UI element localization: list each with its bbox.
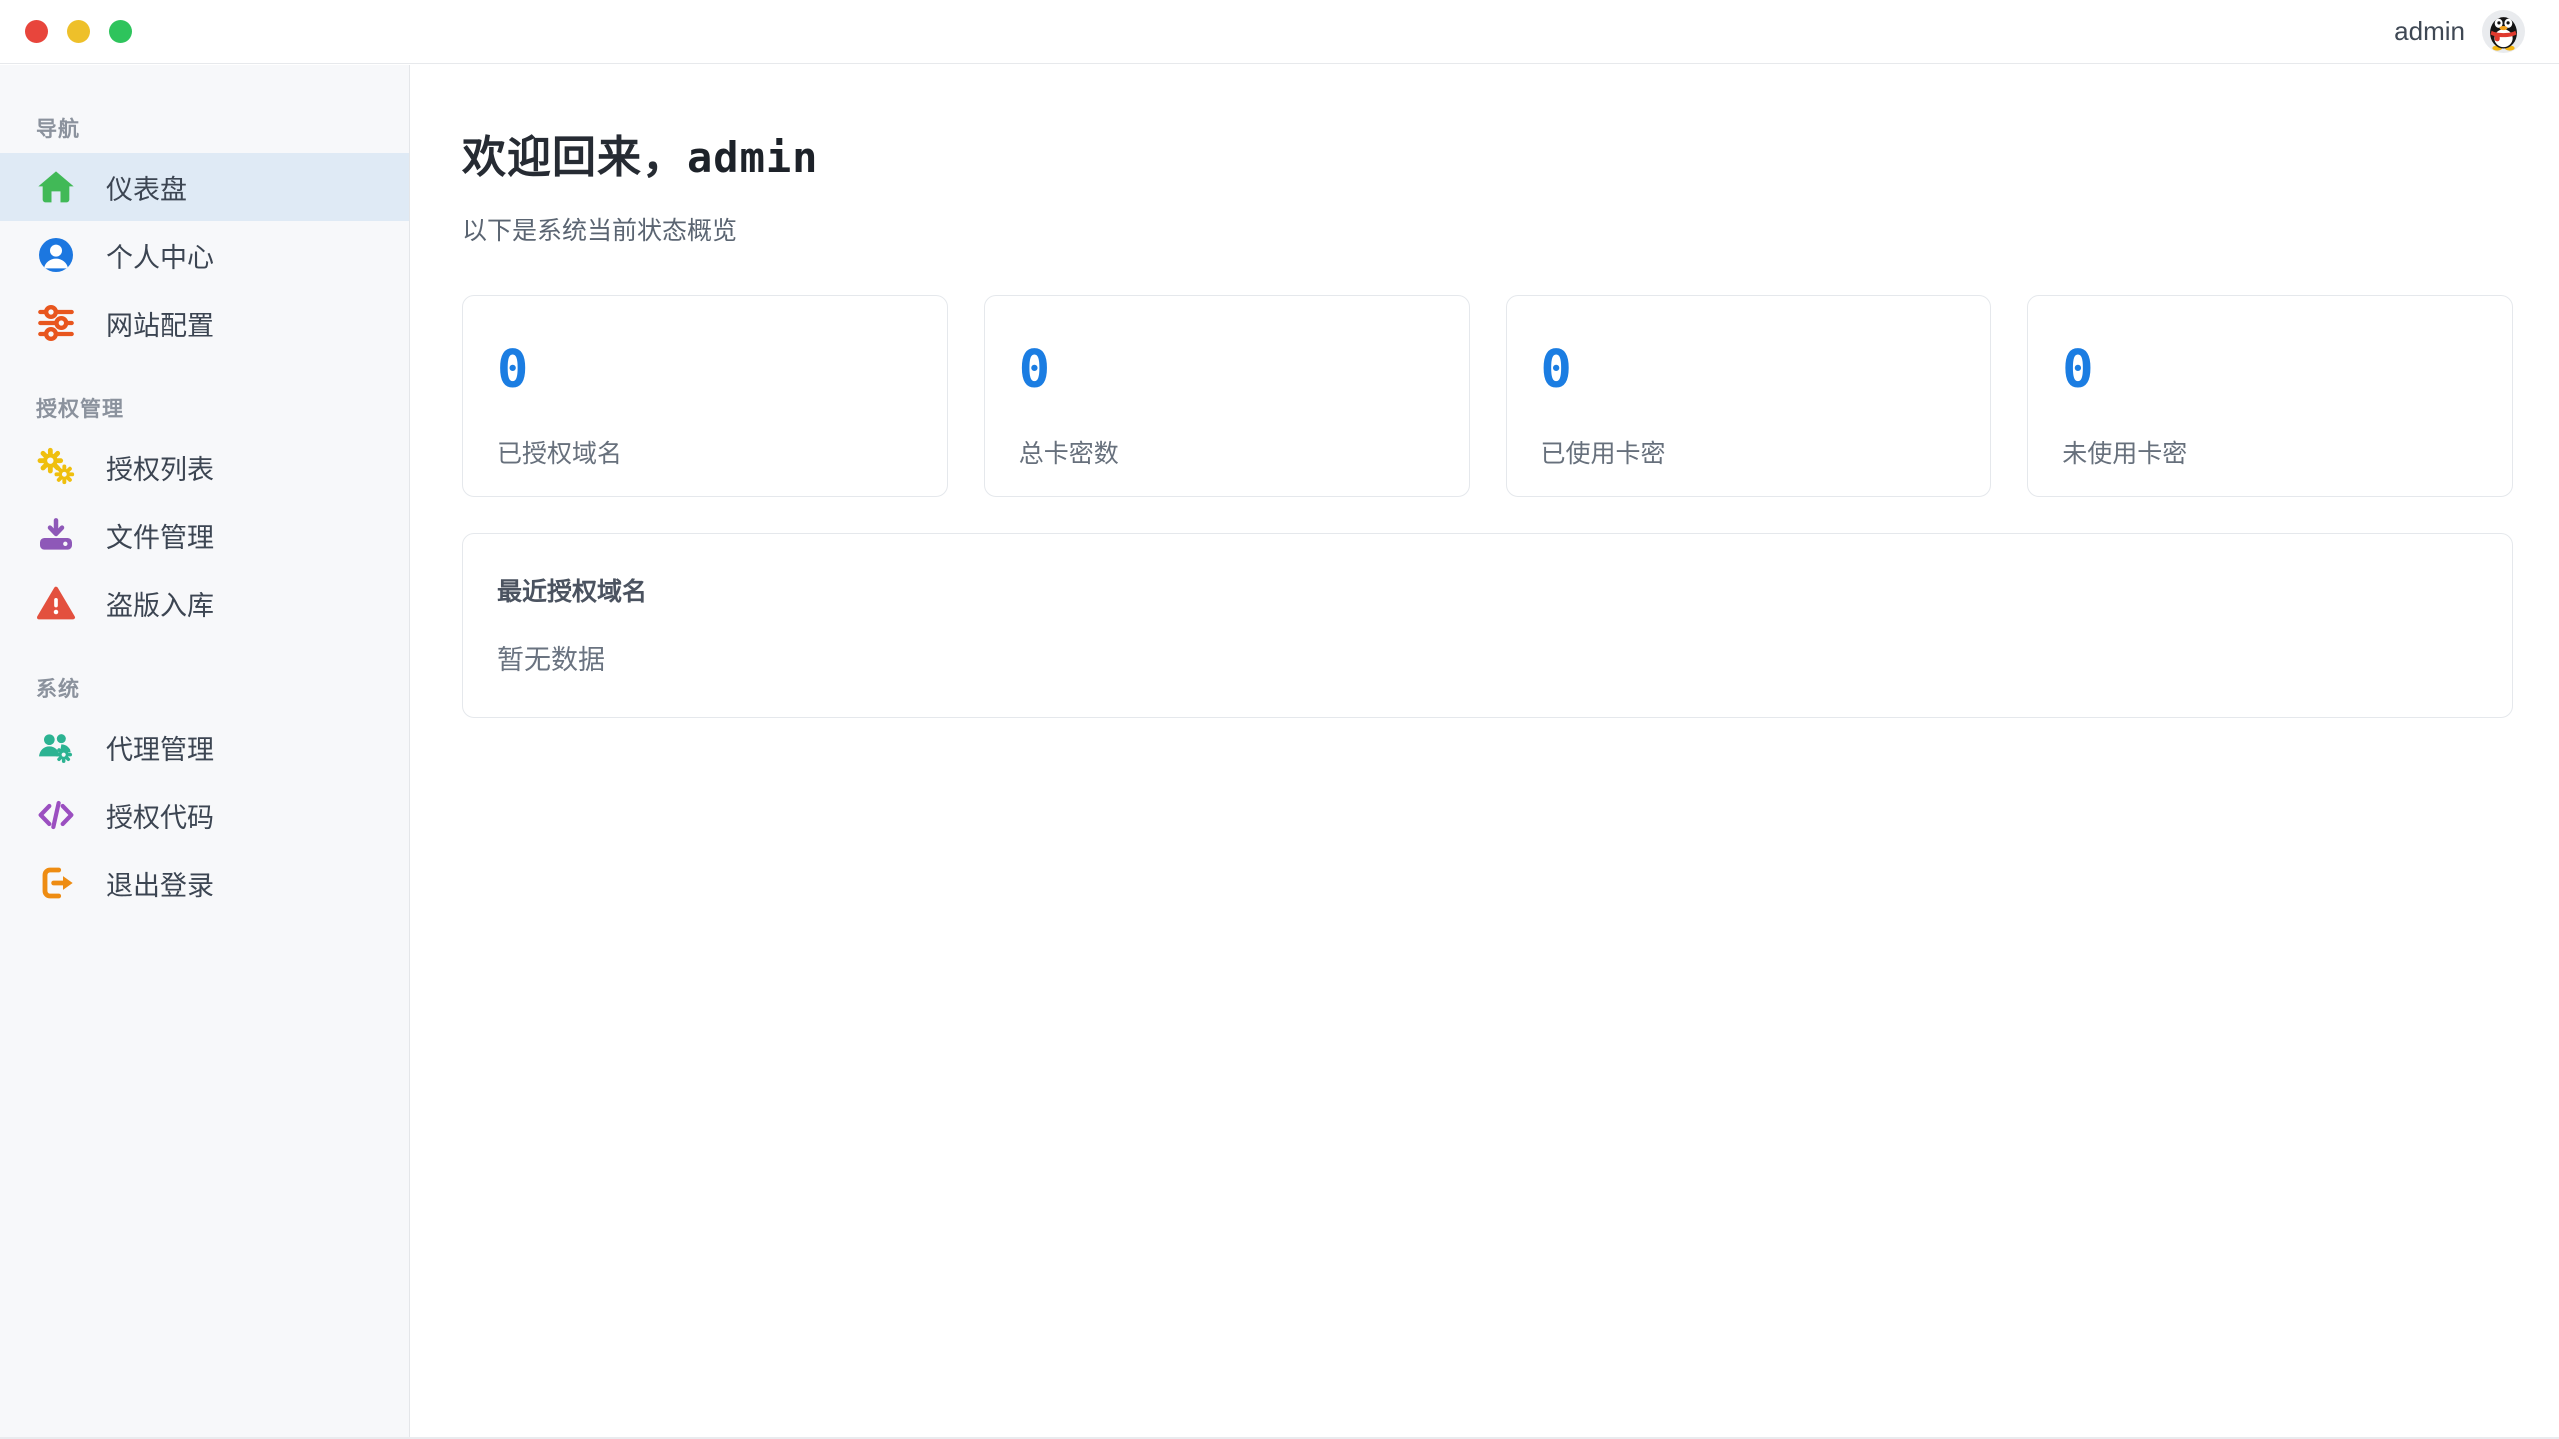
- sidebar-item-label: 授权列表: [106, 448, 214, 487]
- sidebar-item-label: 盗版入库: [106, 584, 214, 623]
- stat-label: 未使用卡密: [2062, 434, 2478, 470]
- window-controls: [25, 20, 132, 43]
- topbar-user-area[interactable]: admin: [2394, 10, 2525, 53]
- topbar: admin: [0, 0, 2559, 64]
- sidebar-item-label: 授权代码: [106, 796, 214, 835]
- page-title: 欢迎回来，admin: [462, 121, 2513, 185]
- sidebar-section-license: 授权管理: [0, 393, 409, 637]
- qq-penguin-avatar[interactable]: [2482, 10, 2525, 53]
- stat-label: 已使用卡密: [1541, 434, 1957, 470]
- stat-value: 0: [2062, 344, 2478, 396]
- stat-value: 0: [1019, 344, 1435, 396]
- greeting-username: admin: [687, 133, 818, 182]
- main-content: 欢迎回来，admin 以下是系统当前状态概览 0 已授权域名 0 总卡密数 0 …: [410, 65, 2559, 1437]
- username-text: admin: [2394, 16, 2465, 47]
- page-subtitle: 以下是系统当前状态概览: [462, 211, 2513, 247]
- sidebar-item-agents[interactable]: 代理管理: [0, 713, 409, 781]
- sidebar-item-label: 个人中心: [106, 236, 214, 275]
- stat-card-total-keys: 0 总卡密数: [984, 295, 1470, 497]
- warning-triangle-icon: [36, 583, 76, 623]
- recent-domains-title: 最近授权域名: [497, 572, 2478, 608]
- sidebar-item-profile[interactable]: 个人中心: [0, 221, 409, 289]
- sidebar-item-dashboard[interactable]: 仪表盘: [0, 153, 409, 221]
- sidebar-item-license-list[interactable]: 授权列表: [0, 433, 409, 501]
- stat-card-used-keys: 0 已使用卡密: [1506, 295, 1992, 497]
- minimize-window-button[interactable]: [67, 20, 90, 43]
- sidebar: 导航 仪表盘: [0, 65, 410, 1437]
- sidebar-item-label: 退出登录: [106, 864, 214, 903]
- sidebar-item-file-manager[interactable]: 文件管理: [0, 501, 409, 569]
- stat-value: 0: [1541, 344, 1957, 396]
- sidebar-item-label: 文件管理: [106, 516, 214, 555]
- gears-icon: [36, 447, 76, 487]
- close-window-button[interactable]: [25, 20, 48, 43]
- sidebar-item-logout[interactable]: 退出登录: [0, 849, 409, 917]
- sliders-icon: [36, 303, 76, 343]
- code-icon: [36, 795, 76, 835]
- download-icon: [36, 515, 76, 555]
- sidebar-item-label: 仪表盘: [106, 168, 187, 207]
- stat-card-authorized-domains: 0 已授权域名: [462, 295, 948, 497]
- sidebar-item-label: 网站配置: [106, 304, 214, 343]
- sidebar-section-nav: 导航 仪表盘: [0, 113, 409, 357]
- app-window: admin 导航: [0, 0, 2559, 1439]
- logout-icon: [36, 863, 76, 903]
- greeting-prefix: 欢迎回来，: [462, 132, 687, 183]
- zoom-window-button[interactable]: [109, 20, 132, 43]
- user-circle-icon: [36, 235, 76, 275]
- stat-card-unused-keys: 0 未使用卡密: [2027, 295, 2513, 497]
- sidebar-item-label: 代理管理: [106, 728, 214, 767]
- sidebar-item-piracy[interactable]: 盗版入库: [0, 569, 409, 637]
- users-gear-icon: [36, 727, 76, 767]
- section-title: 导航: [0, 113, 409, 143]
- section-title: 系统: [0, 673, 409, 703]
- sidebar-item-license-code[interactable]: 授权代码: [0, 781, 409, 849]
- stat-value: 0: [497, 344, 913, 396]
- section-title: 授权管理: [0, 393, 409, 423]
- sidebar-section-system: 系统: [0, 673, 409, 917]
- empty-state-text: 暂无数据: [497, 638, 2478, 677]
- sidebar-item-site-config[interactable]: 网站配置: [0, 289, 409, 357]
- stat-label: 总卡密数: [1019, 434, 1435, 470]
- home-icon: [36, 167, 76, 207]
- stat-label: 已授权域名: [497, 434, 913, 470]
- recent-domains-panel: 最近授权域名 暂无数据: [462, 533, 2513, 718]
- stat-cards-row: 0 已授权域名 0 总卡密数 0 已使用卡密 0 未使用卡密: [462, 295, 2513, 497]
